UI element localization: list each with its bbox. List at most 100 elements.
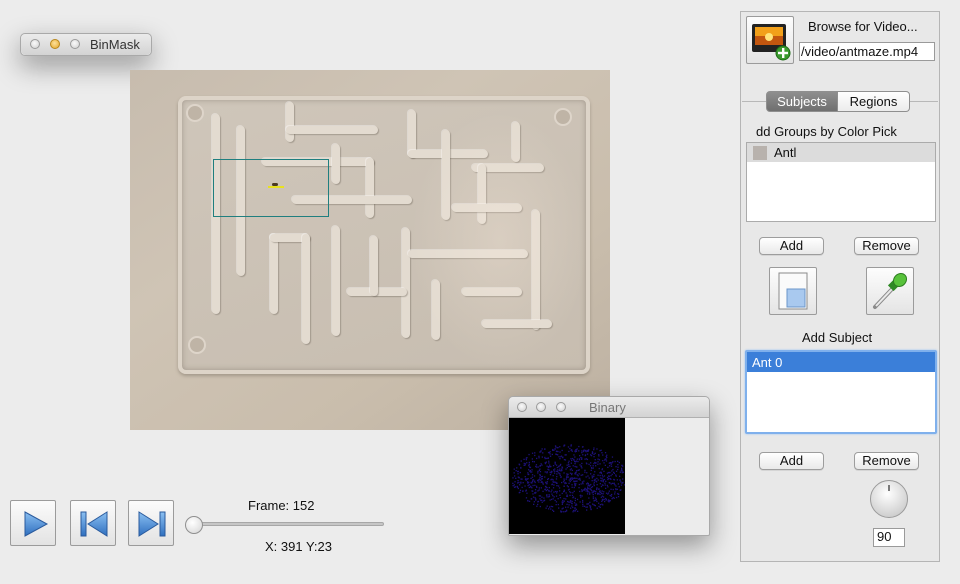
mask-pixel [535, 465, 537, 468]
play-button[interactable] [10, 500, 56, 546]
mask-pixel [614, 484, 616, 486]
mask-pixel [554, 461, 556, 463]
zoom-window-button[interactable] [70, 39, 80, 49]
mask-tool-button[interactable] [769, 267, 817, 315]
previous-frame-button[interactable] [70, 500, 116, 546]
mask-pixel [610, 495, 612, 497]
mask-pixel [561, 468, 563, 470]
mask-pixel [526, 481, 529, 483]
mask-pixel [516, 467, 518, 469]
mask-pixel [598, 455, 600, 457]
mask-pixel [554, 490, 557, 493]
tab-subjects[interactable]: Subjects [766, 91, 838, 112]
mask-pixel [521, 478, 523, 480]
minimize-window-button[interactable] [50, 39, 60, 49]
mask-pixel [573, 480, 575, 482]
mask-pixel [605, 460, 608, 462]
browse-label[interactable]: Browse for Video... [808, 19, 918, 34]
mask-pixel [534, 489, 537, 491]
mask-pixel [547, 457, 549, 459]
mask-pixel [525, 459, 527, 461]
mask-pixel [546, 471, 548, 474]
mask-pixel [593, 481, 595, 483]
mask-pixel [566, 495, 568, 497]
mask-pixel [574, 450, 576, 452]
mask-pixel [599, 504, 602, 506]
mask-rectangle-icon [778, 272, 808, 310]
skip-back-icon [80, 511, 108, 537]
mask-pixel [596, 488, 598, 491]
mask-pixel [525, 497, 528, 499]
mask-pixel [553, 496, 555, 498]
video-path-field[interactable]: /video/antmaze.mp4 [799, 42, 935, 61]
mask-pixel [531, 476, 534, 478]
mask-pixel [556, 471, 559, 473]
add-video-icon [752, 24, 791, 61]
mask-pixel [587, 486, 589, 488]
mask-pixel [568, 450, 570, 453]
add-subject-button[interactable]: Add [759, 452, 824, 470]
mask-pixel [617, 496, 620, 498]
list-item[interactable]: Ant 0 [747, 352, 935, 372]
tab-regions[interactable]: Regions [838, 91, 910, 112]
mask-pixel [578, 450, 580, 452]
mask-pixel [598, 454, 600, 456]
video-frame[interactable] [130, 70, 610, 430]
mask-pixel [538, 457, 540, 459]
mask-pixel [614, 493, 616, 495]
mask-pixel [556, 482, 558, 484]
mask-pixel [545, 507, 547, 509]
tracking-box[interactable] [213, 159, 329, 217]
mask-pixel [539, 465, 541, 467]
mask-pixel [553, 469, 555, 471]
frame-slider[interactable] [190, 522, 384, 526]
mask-pixel [517, 482, 519, 484]
maze-wall [286, 126, 378, 134]
mask-pixel [567, 500, 569, 503]
mask-pixel [597, 461, 599, 463]
eyedropper-button[interactable] [866, 267, 914, 315]
mask-pixel [605, 487, 607, 489]
mask-pixel [600, 496, 602, 498]
mask-pixel [518, 481, 520, 484]
mask-pixel [528, 463, 530, 465]
threshold-knob[interactable] [870, 480, 908, 518]
play-icon [24, 511, 49, 537]
list-item[interactable]: Antl [747, 143, 935, 162]
subjects-list[interactable]: Ant 0 [745, 350, 937, 434]
remove-group-button[interactable]: Remove [854, 237, 919, 255]
mask-pixel [594, 452, 596, 454]
mask-pixel [590, 462, 592, 464]
zoom-window-button[interactable] [556, 402, 566, 412]
mask-pixel [539, 451, 541, 453]
minimize-window-button[interactable] [536, 402, 546, 412]
mask-pixel [550, 491, 552, 493]
mask-pixel [546, 465, 548, 467]
threshold-value-field[interactable]: 90 [873, 528, 905, 547]
mask-pixel [572, 509, 575, 512]
corner-hole [188, 336, 206, 354]
groups-list[interactable]: Antl [746, 142, 936, 222]
mask-pixel [552, 479, 554, 481]
mask-pixel [524, 463, 527, 465]
frame-slider-thumb[interactable] [184, 516, 203, 534]
mask-pixel [580, 496, 582, 498]
browse-video-button[interactable] [746, 16, 794, 64]
mask-pixel [620, 489, 622, 491]
close-window-button[interactable] [517, 402, 527, 412]
binary-window[interactable]: Binary [508, 396, 710, 536]
mask-pixel [540, 450, 542, 452]
mask-pixel [520, 460, 522, 462]
mask-pixel [531, 487, 533, 489]
add-group-button[interactable]: Add [759, 237, 824, 255]
next-frame-button[interactable] [128, 500, 174, 546]
mask-pixel [621, 468, 623, 471]
mask-pixel [565, 468, 567, 470]
mask-pixel [570, 462, 572, 464]
remove-subject-button[interactable]: Remove [854, 452, 919, 470]
mask-pixel [590, 454, 592, 456]
mask-pixel [592, 465, 594, 467]
mask-pixel [586, 472, 588, 474]
close-window-button[interactable] [30, 39, 40, 49]
mask-pixel [525, 478, 527, 480]
